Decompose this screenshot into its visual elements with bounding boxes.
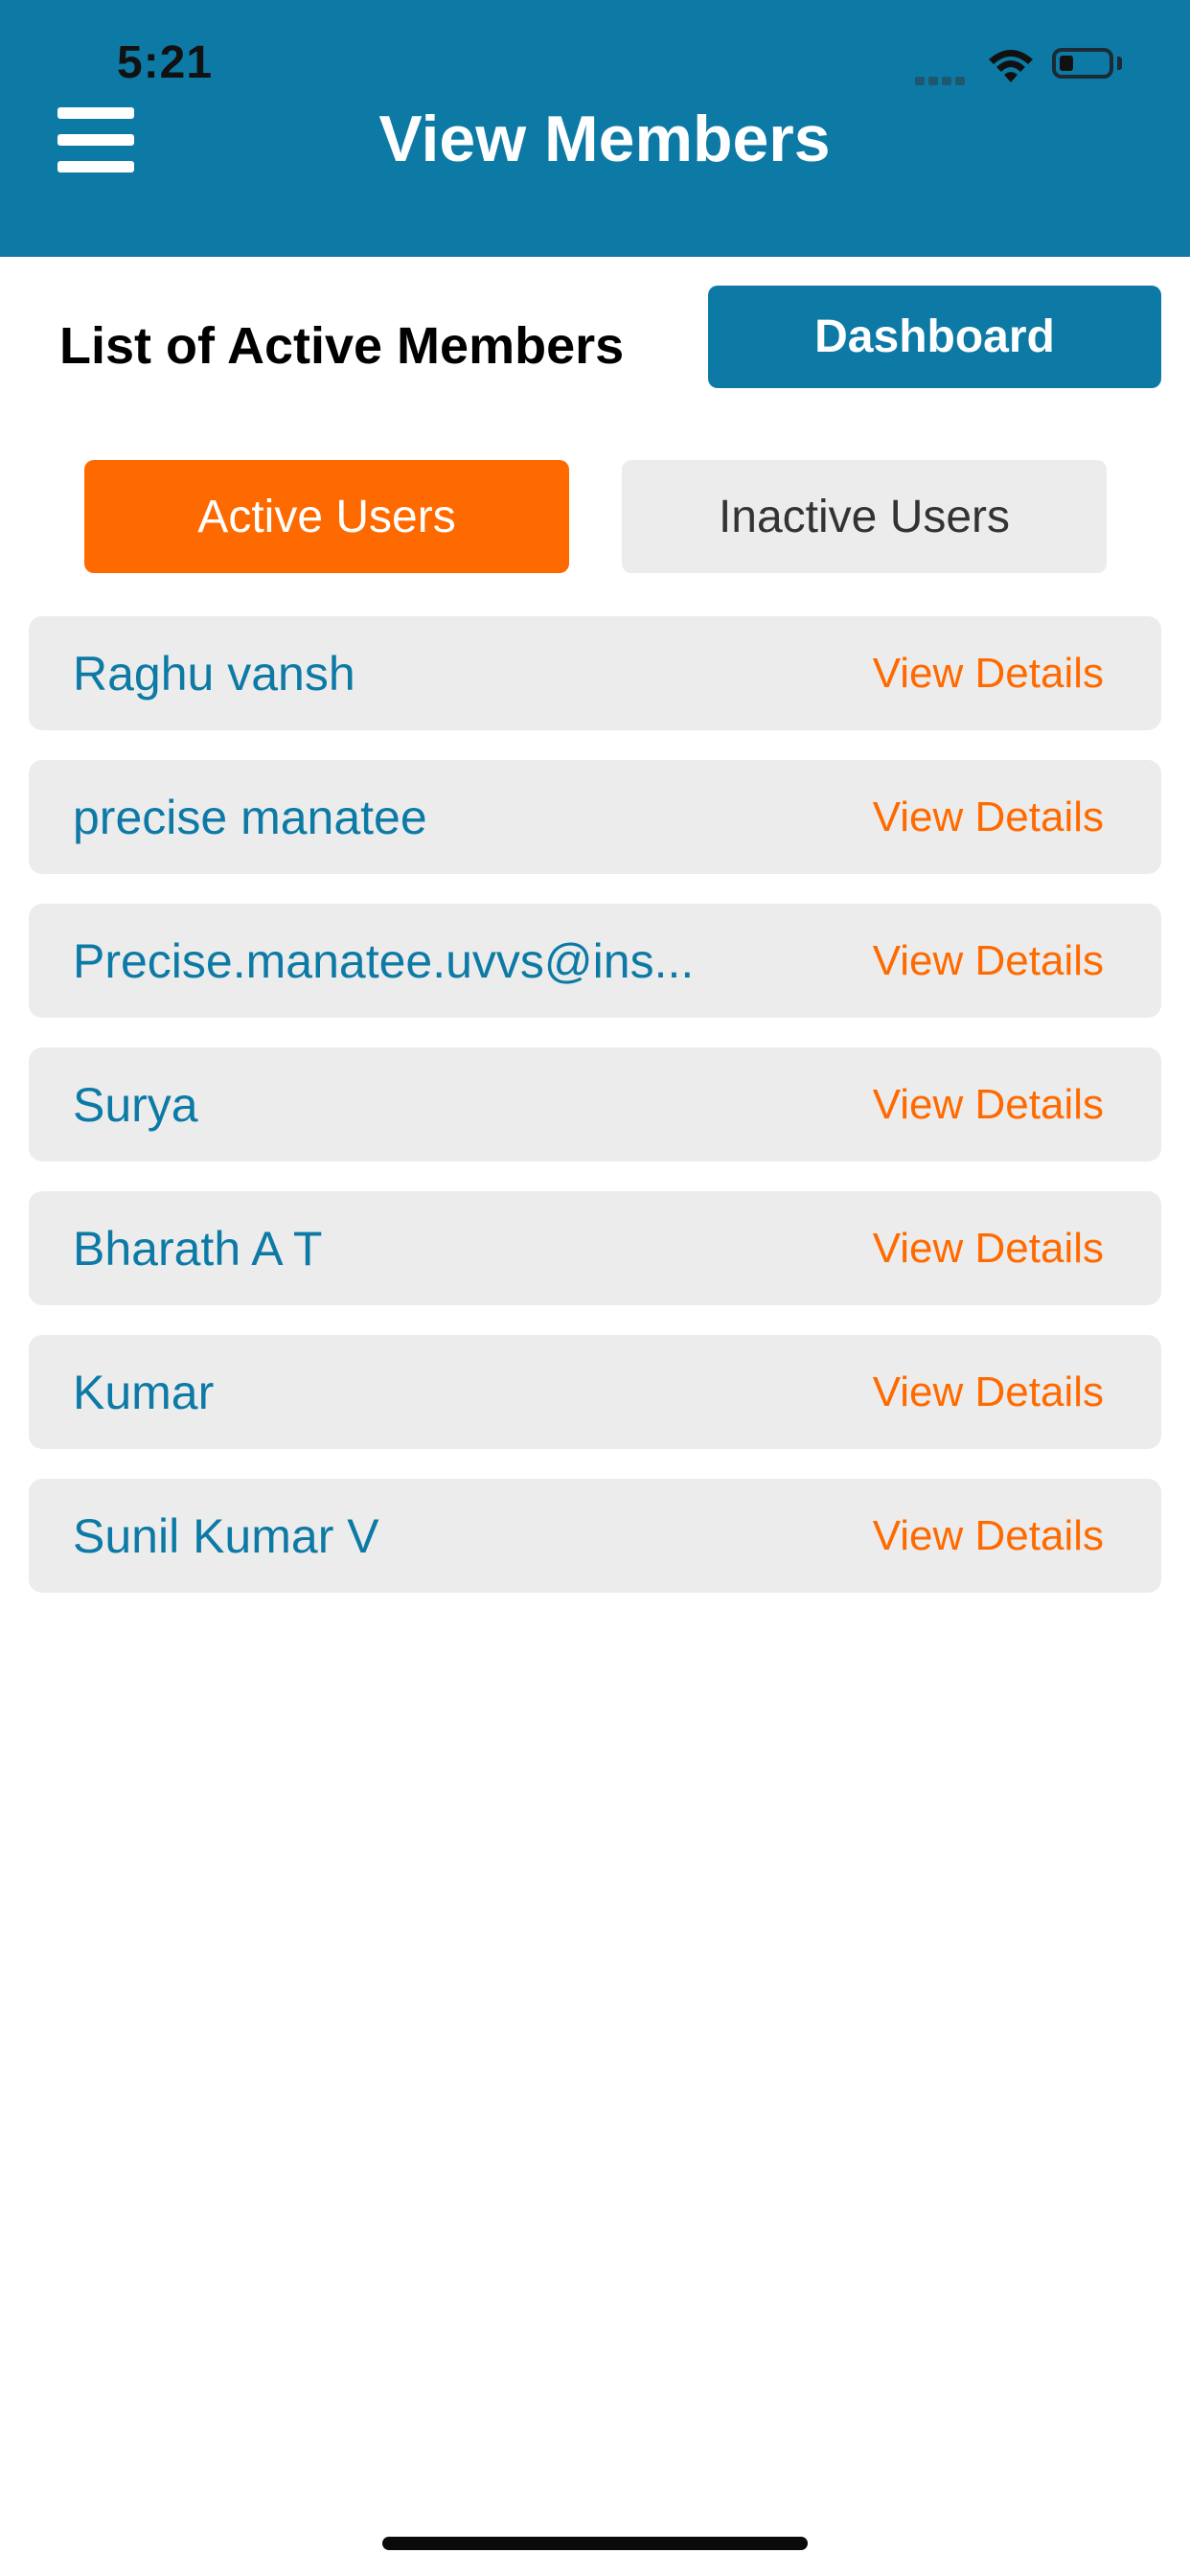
list-item[interactable]: Sunil Kumar V View Details bbox=[29, 1479, 1161, 1593]
status-time: 5:21 bbox=[117, 37, 214, 88]
page-title: View Members bbox=[378, 103, 831, 175]
member-name: Precise.manatee.uvvs@ins... bbox=[73, 933, 695, 988]
member-name: Surya bbox=[73, 1077, 198, 1132]
view-details-link[interactable]: View Details bbox=[873, 1512, 1104, 1560]
tab-inactive-users[interactable]: Inactive Users bbox=[622, 460, 1107, 573]
member-name: precise manatee bbox=[73, 790, 427, 844]
list-item[interactable]: Bharath A T View Details bbox=[29, 1191, 1161, 1305]
view-details-link[interactable]: View Details bbox=[873, 1368, 1104, 1416]
wifi-icon bbox=[987, 50, 1035, 89]
signal-icon bbox=[915, 73, 969, 90]
member-name: Sunil Kumar V bbox=[73, 1508, 379, 1563]
view-details-link[interactable]: View Details bbox=[873, 650, 1104, 698]
list-item[interactable]: Surya View Details bbox=[29, 1047, 1161, 1162]
view-details-link[interactable]: View Details bbox=[873, 1081, 1104, 1129]
tab-active-users[interactable]: Active Users bbox=[84, 460, 569, 573]
section-title: List of Active Members bbox=[59, 317, 625, 375]
battery-tip bbox=[1117, 57, 1122, 70]
app-header: 5:21 View Members bbox=[0, 0, 1190, 257]
list-item[interactable]: Precise.manatee.uvvs@ins... View Details bbox=[29, 904, 1161, 1018]
list-item[interactable]: precise manatee View Details bbox=[29, 760, 1161, 874]
dashboard-button[interactable]: Dashboard bbox=[708, 286, 1161, 388]
home-indicator bbox=[382, 2537, 808, 2550]
member-list: Raghu vansh View Details precise manatee… bbox=[29, 616, 1161, 1622]
view-details-link[interactable]: View Details bbox=[873, 794, 1104, 841]
list-item[interactable]: Raghu vansh View Details bbox=[29, 616, 1161, 730]
view-details-link[interactable]: View Details bbox=[873, 937, 1104, 985]
view-details-link[interactable]: View Details bbox=[873, 1225, 1104, 1273]
member-name: Raghu vansh bbox=[73, 646, 355, 701]
member-name: Kumar bbox=[73, 1365, 215, 1419]
member-name: Bharath A T bbox=[73, 1221, 323, 1276]
list-item[interactable]: Kumar View Details bbox=[29, 1335, 1161, 1449]
battery-icon bbox=[1052, 48, 1113, 79]
